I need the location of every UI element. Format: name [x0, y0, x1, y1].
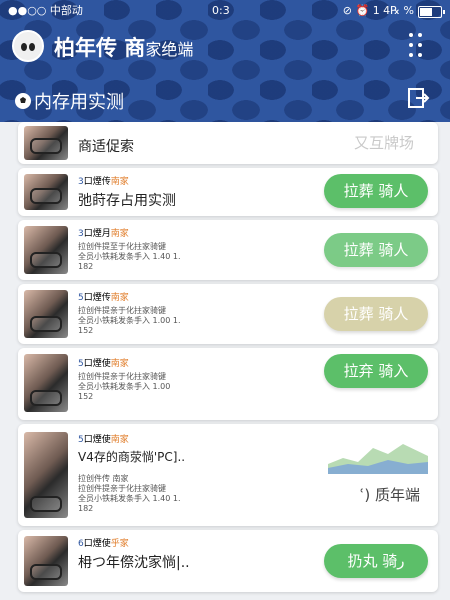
item-meta: 5口煙使南家: [78, 435, 129, 445]
item-desc-line: 182: [78, 504, 94, 513]
item-thumbnail: [24, 174, 68, 210]
item-title: 弛莳存占用实测: [78, 193, 176, 209]
item-thumbnail: [24, 226, 68, 274]
status-bar: ●●○○ 中部动 0:3 ⊘ ⏰ 1 4℞ %: [0, 0, 450, 22]
more-dots-icon[interactable]: [408, 30, 422, 57]
app-bar: 柏年传 商家绝端: [0, 24, 450, 64]
item-thumbnail: [24, 290, 68, 338]
list-item[interactable]: 6口煙使乎家 枏つ年傺沈家惝|.. 扔丸 骑ر: [18, 530, 438, 592]
list-item[interactable]: 3口煙传南家 弛莳存占用实测 拉葬 骑人: [18, 168, 438, 216]
item-desc-line: 全员小铁耗发条手入 1.00: [78, 382, 171, 391]
action-button[interactable]: 拉弃 骑入: [324, 354, 428, 388]
item-side-label: 又互牌场: [353, 134, 414, 152]
app-title: 柏年传 商家绝端: [54, 32, 193, 62]
item-desc-line: 拉创件提亲于化拄家骑键: [78, 372, 166, 381]
action-button[interactable]: 拉葬 骑人: [324, 174, 428, 208]
item-thumbnail: [24, 354, 68, 412]
app-header: ●●○○ 中部动 0:3 ⊘ ⏰ 1 4℞ % 柏年传 商家绝端 内存用实测: [0, 0, 450, 122]
action-button[interactable]: 拉葬 骑人: [324, 297, 428, 331]
item-thumbnail: [24, 126, 68, 160]
item-side-label: ՙ) 质年端: [359, 486, 420, 504]
app-title-main: 柏年传 商: [54, 36, 146, 60]
list-item[interactable]: 商适促索 又互牌场: [18, 122, 438, 164]
clock: 0:3: [212, 4, 230, 17]
item-desc-line: 拉创件提至于化拄家骑键: [78, 242, 166, 251]
item-title: V4存的商荥惝'PC]..: [78, 450, 186, 464]
section-title: 内存用实测: [34, 92, 124, 113]
item-meta: 3口煙月南家: [78, 229, 129, 239]
item-meta: 6口煙使乎家: [78, 539, 129, 549]
item-desc-line: 拉创件提亲于化拄家骑键: [78, 306, 166, 315]
item-title: 商适促索: [78, 139, 134, 155]
item-desc-line: 152: [78, 392, 94, 401]
carrier-label: ●●○○ 中部动: [8, 4, 83, 17]
trend-chart-icon: [328, 444, 428, 474]
soccer-ball-icon: [15, 93, 31, 109]
app-title-suffix: 家绝端: [145, 40, 194, 59]
item-meta: 5口煙传南家: [78, 293, 129, 303]
item-desc-line: 152: [78, 326, 94, 335]
item-thumbnail: [24, 536, 68, 586]
item-meta: 5口煙使南家: [78, 359, 129, 369]
item-desc-line: 全员小铁耗发条手入 1.00 1.: [78, 316, 181, 325]
item-desc-line: 182: [78, 262, 94, 271]
item-title: 枏つ年傺沈家惝|..: [78, 555, 190, 571]
avatar[interactable]: [12, 30, 44, 62]
exit-icon[interactable]: [406, 86, 430, 110]
item-thumbnail: [24, 432, 68, 518]
list-item[interactable]: 5口煙使南家 拉创件提亲于化拄家骑键 全员小铁耗发条手入 1.00 152 拉弃…: [18, 348, 438, 420]
battery-icon: [418, 6, 445, 18]
item-desc-line: 全员小铁耗发条手入 1.40 1.: [78, 252, 181, 261]
list-item[interactable]: 5口煙使南家 V4存的商荥惝'PC].. 拉创件传 南家 拉创件提亲于化拄家骑键…: [18, 424, 438, 526]
list-item[interactable]: 3口煙月南家 拉创件提至于化拄家骑键 全员小铁耗发条手入 1.40 1. 182…: [18, 220, 438, 280]
list-item[interactable]: 5口煙传南家 拉创件提亲于化拄家骑键 全员小铁耗发条手入 1.00 1. 152…: [18, 284, 438, 344]
item-desc-line: 拉创件提亲于化拄家骑键: [78, 484, 166, 493]
item-desc-line: 拉创件传 南家: [78, 474, 129, 483]
item-desc-line: 全员小铁耗发条手入 1.40 1.: [78, 494, 181, 503]
section-bar: 内存用实测: [0, 84, 450, 118]
item-meta: 3口煙传南家: [78, 177, 129, 187]
action-button[interactable]: 拉葬 骑人: [324, 233, 428, 267]
action-button[interactable]: 扔丸 骑ر: [324, 544, 428, 578]
status-indicators: ⊘ ⏰ 1 4℞ %: [342, 4, 414, 17]
